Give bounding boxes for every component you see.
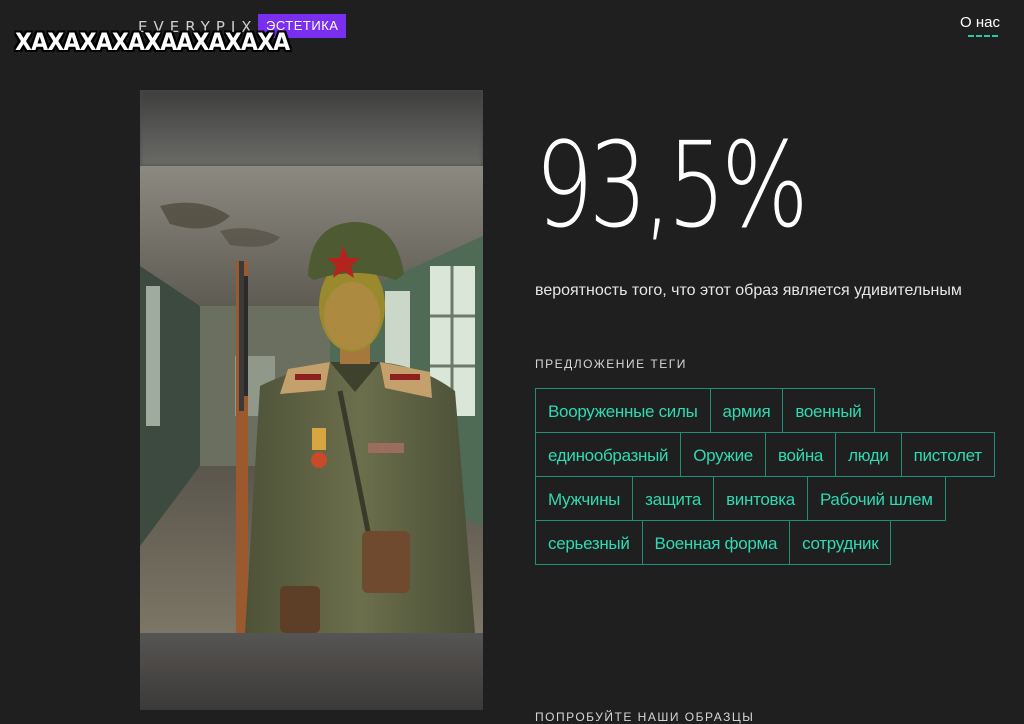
about-underline	[968, 35, 998, 37]
aesthetics-score: 93,5%	[535, 116, 809, 254]
tag-item[interactable]: Мужчины	[535, 476, 634, 521]
tag-item[interactable]: люди	[835, 432, 902, 477]
try-samples-heading: ПОПРОБУЙТЕ НАШИ ОБРАЗЦЫ	[535, 710, 755, 724]
uploaded-image	[140, 90, 483, 710]
tag-item[interactable]: Рабочий шлем	[806, 476, 946, 521]
tag-item[interactable]: Военная форма	[641, 520, 791, 565]
tag-item[interactable]: Вооруженные силы	[535, 388, 711, 433]
about-link[interactable]: О нас	[960, 14, 1000, 31]
tag-item[interactable]: серьезный	[535, 520, 643, 565]
tag-item[interactable]: единообразный	[535, 432, 682, 477]
soldier-photo	[140, 166, 483, 633]
image-blur-bottom	[140, 633, 483, 710]
meme-caption: ХАХАХАХАХААХАХАХА	[15, 28, 290, 56]
tag-item[interactable]: война	[764, 432, 837, 477]
tag-item[interactable]: защита	[632, 476, 715, 521]
tag-item[interactable]: армия	[709, 388, 784, 433]
suggested-tags-heading: ПРЕДЛОЖЕНИЕ ТЕГИ	[535, 357, 687, 371]
tag-item[interactable]: сотрудник	[789, 520, 892, 565]
image-blur-top	[140, 90, 483, 166]
tag-item[interactable]: пистолет	[900, 432, 995, 477]
tag-item[interactable]: винтовка	[713, 476, 808, 521]
tag-list: Вооруженные силы армия военный единообра…	[535, 388, 995, 565]
tag-item[interactable]: Оружие	[680, 432, 766, 477]
tag-item[interactable]: военный	[782, 388, 875, 433]
score-description: вероятность того, что этот образ являетс…	[535, 282, 962, 299]
